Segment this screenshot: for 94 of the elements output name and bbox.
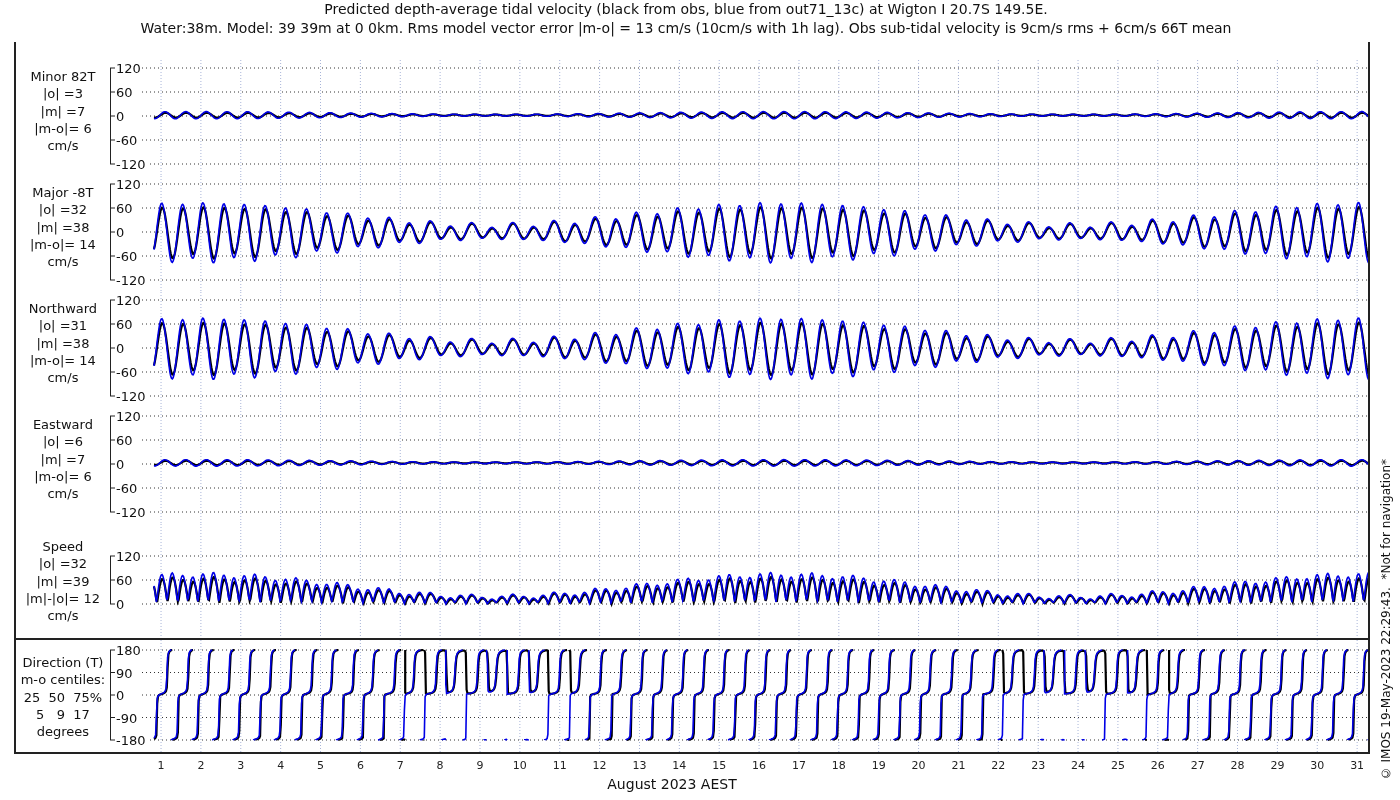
axis-tick-label: 27 [1190, 759, 1205, 772]
axis-tick-label: 5 [317, 759, 324, 772]
axis-tick-label: -90 [115, 710, 138, 726]
axis-tick-label: 0 [115, 597, 125, 612]
axis-tick-label: 19 [871, 759, 886, 772]
axis-tick-label: 14 [672, 759, 687, 772]
panel-label: degrees [36, 723, 90, 741]
axis-tick-label: 3 [237, 759, 245, 772]
axis-tick-label: 8 [436, 759, 444, 772]
axis-tick-label: 7 [396, 759, 404, 772]
panel-label: |m| =38 [36, 334, 90, 352]
axis-tick-label: 0 [115, 109, 125, 124]
axis-tick-label: 15 [712, 759, 727, 772]
axis-tick-label: -120 [115, 389, 146, 404]
axis-tick-label: 26 [1150, 759, 1165, 772]
axis-tick-label: 17 [791, 759, 806, 772]
axis-tick-label: -180 [115, 733, 146, 748]
axis-tick-label: 120 [115, 409, 141, 424]
axis-tick-label: 28 [1230, 759, 1245, 772]
axis-tick-label: 30 [1310, 759, 1325, 772]
panel-label: Minor 82T [30, 68, 96, 86]
axis-tick-label: 9 [476, 759, 484, 772]
axis-tick-label: 12 [592, 759, 607, 772]
panel-label: |m-o|= 14 [30, 235, 96, 254]
axis-tick-label: 21 [951, 759, 966, 772]
panel-label: |m| =39 [36, 572, 90, 590]
axis-tick-label: -60 [115, 133, 138, 148]
axis-title: August 2023 AEST [607, 776, 737, 793]
axis-tick-label: 90 [115, 665, 133, 681]
axis-tick-label: 1 [157, 759, 165, 772]
axis-tick-label: 120 [115, 293, 141, 308]
panel-label: 25 50 75% [23, 688, 103, 706]
axis-tick-label: 31 [1350, 759, 1365, 772]
axis-tick-label: 120 [115, 177, 141, 192]
axis-tick-label: 11 [552, 759, 567, 772]
chart-title: Water:38m. Model: 39 39m at 0 0km. Rms model vector error |m-o| = 13 cm/s (10cm/s with 1h lag). Obs sub-tidal velocity is 9cm/s rms + 6cm/s 66T mean [140, 19, 1232, 38]
panel-label: Major -8T [32, 184, 94, 202]
panel-label: |o| =32 [38, 201, 88, 219]
panel-label: 5 9 17 [36, 705, 90, 724]
axis-tick-label: 180 [115, 643, 141, 658]
axis-tick-label: 24 [1071, 759, 1086, 772]
axis-tick-label: 120 [115, 549, 141, 564]
panel-label: Speed [42, 538, 84, 556]
axis-tick-label: 13 [632, 759, 647, 772]
chart-title: Predicted depth-average tidal velocity (black from obs, blue from out71_13c) at Wigton I 20.7S 149.5E. [324, 0, 1048, 19]
axis-tick-label: 29 [1270, 759, 1285, 772]
axis-tick-label: 22 [991, 759, 1006, 772]
panel-label: |m| =7 [40, 450, 86, 468]
axis-tick-label: 23 [1031, 759, 1046, 772]
axis-tick-label: -60 [115, 365, 138, 380]
panel-label: |m-o|= 6 [34, 119, 92, 138]
axis-tick-label: 0 [115, 225, 125, 240]
axis-tick-label: 0 [115, 341, 125, 356]
panel-label: Direction (T) [22, 654, 104, 672]
panel-label: |o| =3 [42, 85, 83, 103]
panel-label: cm/s [47, 607, 79, 625]
axis-tick-label: 60 [115, 317, 133, 332]
axis-tick-label: 10 [512, 759, 527, 772]
panel-label: cm/s [47, 485, 79, 503]
panel-label: |o| =32 [38, 555, 88, 573]
axis-tick-label: 2 [197, 759, 205, 772]
panel-label: Northward [28, 300, 98, 318]
axis-tick-label: 60 [115, 433, 133, 448]
axis-tick-label: 120 [115, 61, 141, 76]
axis-tick-label: -120 [115, 505, 146, 520]
axis-tick-label: 0 [115, 457, 125, 472]
panel-label: |o| =6 [42, 433, 83, 451]
axis-tick-label: -60 [115, 249, 138, 264]
panel-label: m-o centiles: [20, 671, 106, 689]
axis-tick-label: 6 [356, 759, 364, 772]
panel-label: cm/s [47, 137, 79, 155]
axis-tick-label: 60 [115, 201, 133, 216]
panel-label: cm/s [47, 253, 79, 271]
footer-note: © IMOS 19-May-2023 22:29:43. *Not for navigation* [1379, 458, 1393, 780]
axis-tick-label: 4 [277, 759, 285, 772]
panel-label: |m|-|o|= 12 [25, 589, 101, 608]
axis-tick-label: -60 [115, 481, 138, 496]
axis-tick-label: 16 [752, 759, 767, 772]
axis-tick-label: -120 [115, 157, 146, 172]
panel-label: Eastward [32, 416, 93, 434]
panel-label: cm/s [47, 369, 79, 387]
panel-label: |o| =31 [38, 317, 88, 335]
axis-tick-label: 60 [115, 85, 133, 100]
panel-label: |m| =38 [36, 218, 90, 236]
axis-tick-label: 20 [911, 759, 926, 772]
axis-tick-label: 0 [115, 688, 125, 703]
panel-label: |m-o|= 14 [30, 351, 96, 370]
axis-tick-label: 25 [1110, 759, 1125, 772]
axis-tick-label: -120 [115, 273, 146, 288]
axis-tick-label: 18 [831, 759, 846, 772]
panel-label: |m-o|= 6 [34, 467, 92, 486]
axis-tick-label: 60 [115, 573, 133, 588]
y-axis [109, 555, 116, 605]
panel-label: |m| =7 [40, 102, 86, 120]
